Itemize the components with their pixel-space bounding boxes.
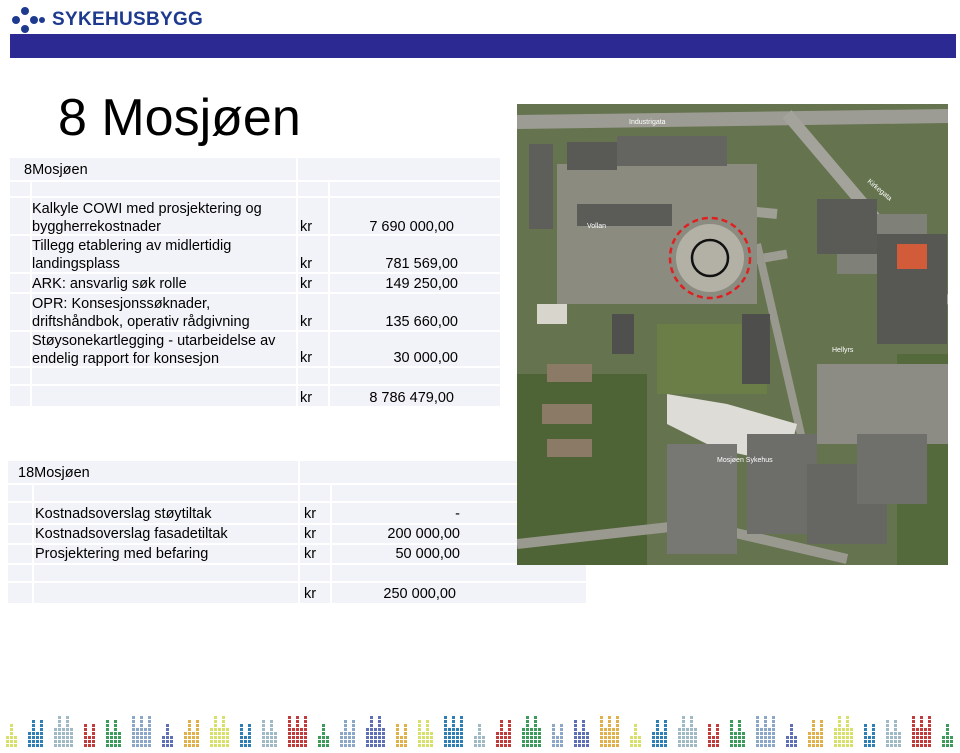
table1-row-cur: kr [300, 219, 313, 235]
cost-table-2: 18Mosjøen Kostnadsoverslag støytiltak kr… [8, 461, 586, 603]
table2-row-desc: Kostnadsoverslag fasadetiltak [35, 526, 228, 542]
svg-text:Industrigata: Industrigata [629, 119, 666, 126]
table2-row-amount: 50 000,00 [395, 546, 460, 562]
table1-row-cur: kr [300, 314, 313, 330]
table2-row-amount: 200 000,00 [387, 526, 460, 542]
table2-row-cur: kr [304, 526, 317, 542]
cost-table-1: 8Mosjøen Kalkyle COWI med prosjektering … [10, 158, 500, 406]
table2-heading: 18Mosjøen [18, 465, 90, 481]
table1-row-desc: OPR: Konsesjonssøknader, driftshåndbok, … [32, 296, 250, 330]
table2-row-cur: kr [304, 546, 317, 562]
aerial-map: Industrigata Vollan Kirkegata Hellyrs Mo… [517, 104, 948, 565]
table1-row-amount: 135 660,00 [385, 314, 458, 330]
table1-row-cur: kr [300, 256, 313, 272]
table1-row-desc: ARK: ansvarlig søk rolle [32, 276, 187, 292]
table1-row-cur: kr [300, 276, 313, 292]
svg-text:Hellyrs: Hellyrs [832, 347, 854, 354]
logo-text: SYKEHUSBYGG [52, 9, 204, 30]
table1-row-desc: Kalkyle COWI med prosjektering og bygghe… [32, 201, 262, 235]
table2-row-amount: - [455, 506, 460, 522]
table2-row-desc: Prosjektering med befaring [35, 546, 209, 562]
table1-row-amount: 7 690 000,00 [369, 219, 454, 235]
table1-row-amount: 30 000,00 [393, 350, 458, 366]
svg-text:Mosjøen Sykehus: Mosjøen Sykehus [717, 457, 773, 464]
table2-total-amount: 250 000,00 [383, 586, 456, 602]
table1-row-cur: kr [300, 350, 313, 366]
svg-text:Vollan: Vollan [587, 223, 606, 230]
table2-total-cur: kr [304, 586, 317, 602]
table1-heading: 8Mosjøen [24, 162, 88, 178]
logo-mark-icon [12, 5, 48, 35]
table1-total-cur: kr [300, 390, 313, 406]
table1-total-amount: 8 786 479,00 [369, 390, 454, 406]
table2-row-desc: Kostnadsoverslag støytiltak [35, 506, 212, 522]
table2-row-cur: kr [304, 506, 317, 522]
table1-row-amount: 149 250,00 [385, 276, 458, 292]
table1-row-desc: Tillegg etablering av midlertidig landin… [32, 238, 232, 272]
page-title: 8 Mosjøen [58, 89, 301, 147]
header-bar [10, 34, 956, 58]
footer-dot-pattern [0, 700, 960, 748]
logo: SYKEHUSBYGG [12, 5, 203, 35]
table1-row-desc: Støysonekartlegging - utarbeidelse av en… [32, 333, 276, 367]
table1-row-amount: 781 569,00 [385, 256, 458, 272]
